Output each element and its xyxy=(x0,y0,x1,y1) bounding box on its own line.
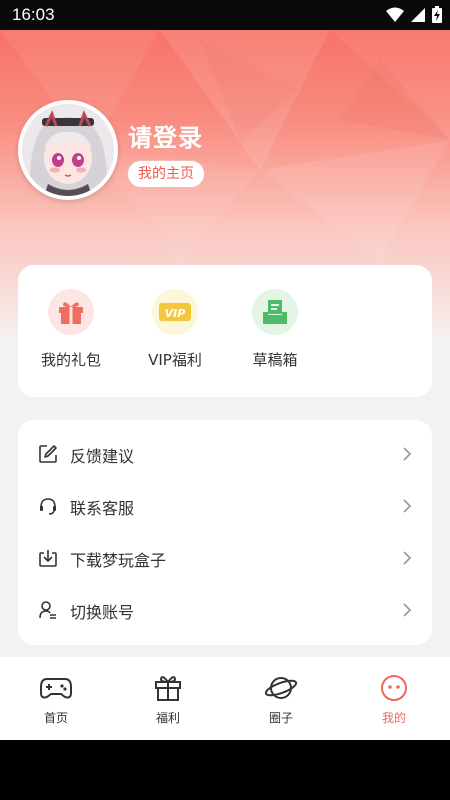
download-icon xyxy=(39,550,57,567)
planet-icon xyxy=(264,677,298,699)
tab-circle[interactable]: 圈子 xyxy=(241,673,321,726)
welfare-card: 我的礼包 VIP VIP福利 草稿箱 xyxy=(18,265,432,397)
chevron-right-icon xyxy=(403,551,412,565)
status-time: 16:03 xyxy=(12,5,55,24)
welfare-item-drafts[interactable]: 草稿箱 xyxy=(230,289,320,370)
chevron-right-icon xyxy=(403,447,412,461)
tab-label: 首页 xyxy=(43,711,68,725)
menu-item-label: 反馈建议 xyxy=(70,447,135,466)
edit-icon xyxy=(39,445,57,463)
menu-item-switch-account[interactable]: 切换账号 xyxy=(18,584,432,636)
tab-mine[interactable]: 我的 xyxy=(354,673,434,726)
welfare-item-my-gifts[interactable]: 我的礼包 xyxy=(26,289,116,370)
avatar[interactable] xyxy=(18,100,118,200)
vip-icon: VIP xyxy=(152,289,198,335)
svg-text:VIP: VIP xyxy=(165,307,186,320)
draft-box-icon xyxy=(252,289,298,335)
gamepad-icon xyxy=(40,678,72,699)
headset-icon xyxy=(40,498,56,515)
tab-label: 我的 xyxy=(381,711,406,725)
menu-item-label: 切换账号 xyxy=(70,603,135,622)
battery-icon xyxy=(432,6,442,23)
menu-item-feedback[interactable]: 反馈建议 xyxy=(18,428,432,480)
wifi-icon xyxy=(386,7,404,22)
tab-home[interactable]: 首页 xyxy=(16,673,96,726)
tab-label: 圈子 xyxy=(268,711,293,725)
tab-welfare[interactable]: 福利 xyxy=(128,673,208,726)
chevron-right-icon xyxy=(403,499,412,513)
menu-item-download-app[interactable]: 下载梦玩盒子 xyxy=(18,532,432,584)
smiley-icon xyxy=(381,675,407,701)
menu-item-label: 联系客服 xyxy=(70,499,135,518)
signal-icon xyxy=(411,7,425,22)
menu-item-customer-service[interactable]: 联系客服 xyxy=(18,480,432,532)
gift-icon xyxy=(155,676,181,701)
switch-user-icon xyxy=(39,601,56,619)
menu-card: 反馈建议 联系客服 下载梦玩盒子 切换账号 xyxy=(18,420,432,645)
welfare-item-label: 我的礼包 xyxy=(40,351,101,369)
gift-icon xyxy=(48,289,94,335)
anime-avatar-image xyxy=(22,104,114,196)
my-homepage-button[interactable]: 我的主页 xyxy=(127,160,205,188)
chevron-right-icon xyxy=(403,603,412,617)
system-navigation-bar xyxy=(0,740,450,800)
status-bar: 16:03 xyxy=(0,0,450,30)
profile-screen: 16:03 请登录 我的主页 我的礼包 VIP VIP福利 草稿箱 反馈建议 联… xyxy=(0,0,450,740)
welfare-item-label: 草稿箱 xyxy=(252,351,298,369)
welfare-item-label: VIP福利 xyxy=(148,351,202,369)
welfare-item-vip[interactable]: VIP VIP福利 xyxy=(130,289,220,370)
menu-item-label: 下载梦玩盒子 xyxy=(70,551,167,570)
bottom-tab-bar: 首页 福利 圈子 我的 xyxy=(0,657,450,740)
username-login-prompt[interactable]: 请登录 xyxy=(128,118,203,153)
tab-label: 福利 xyxy=(155,711,180,725)
